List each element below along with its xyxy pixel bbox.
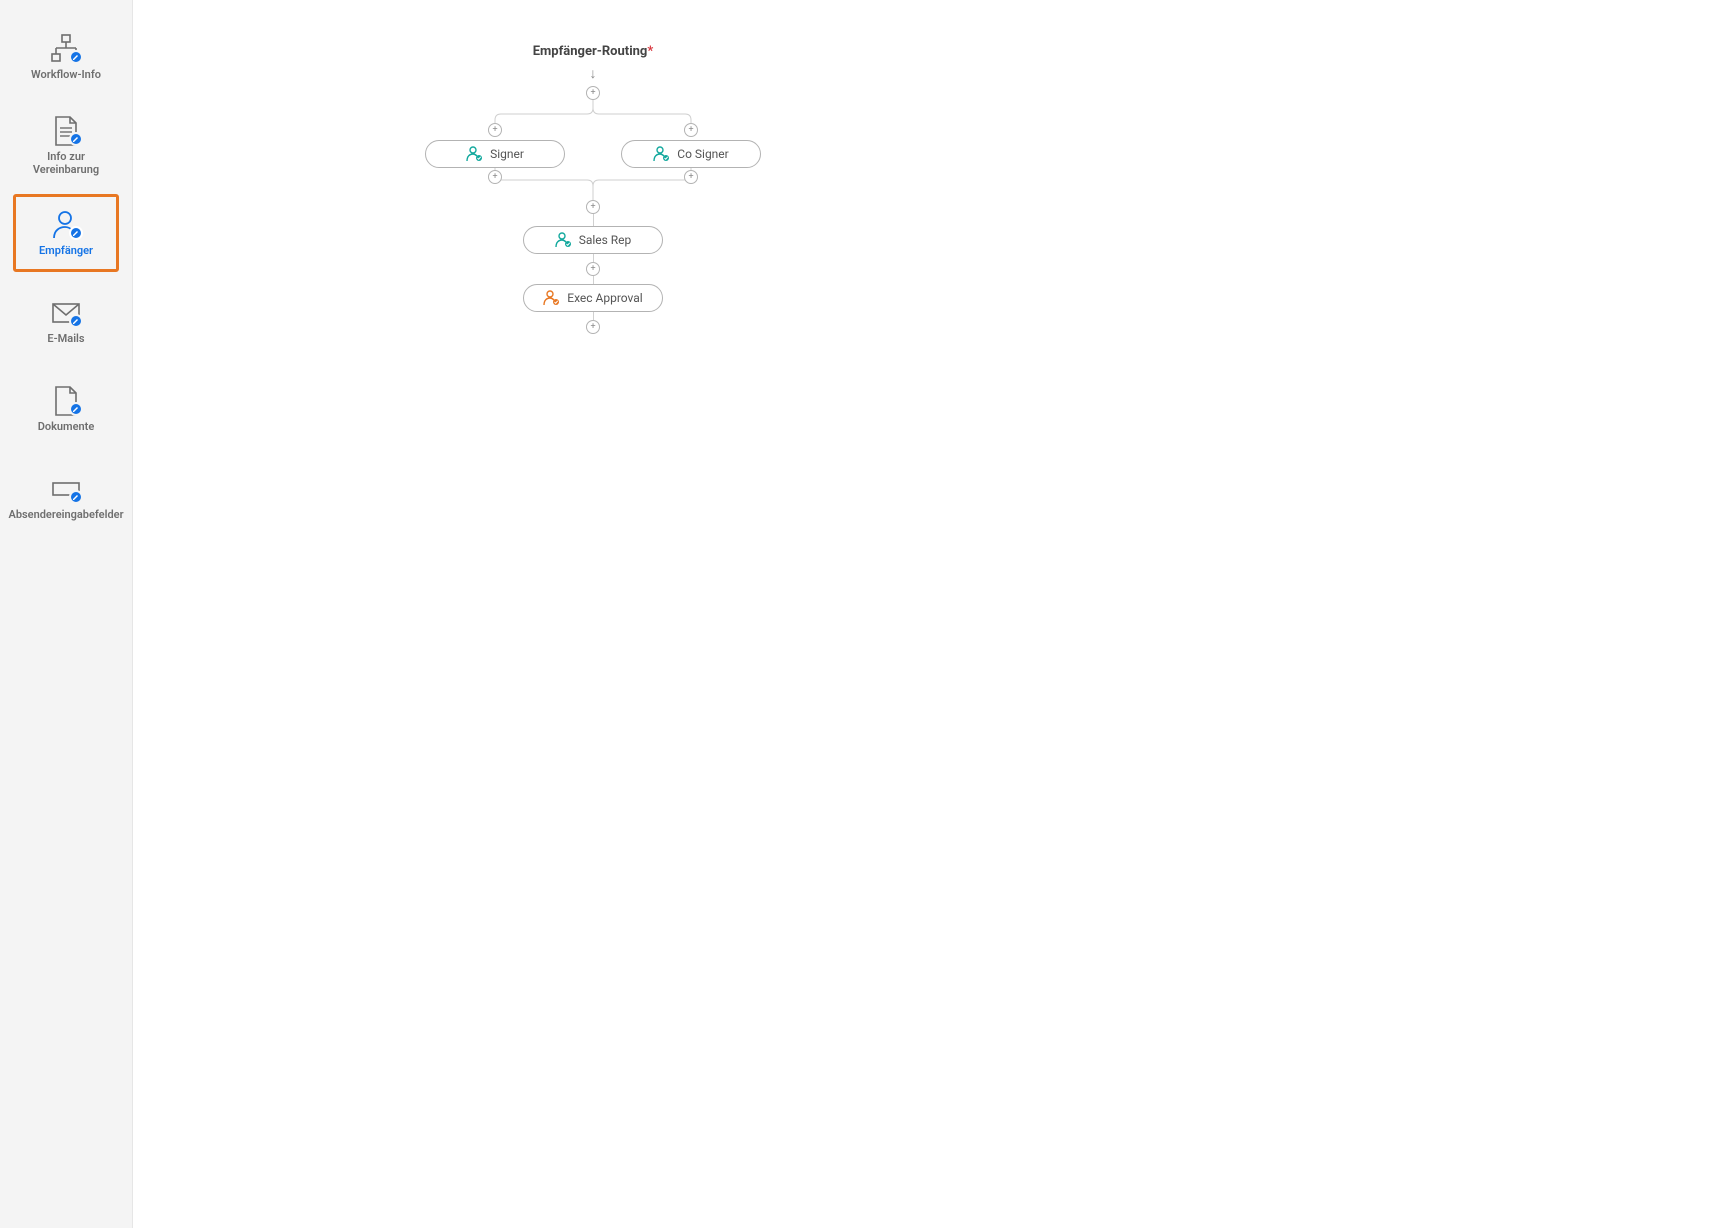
document-icon [46,384,86,418]
sidebar-item-recipients[interactable]: Empfänger [13,194,119,272]
sidebar-item-agreement-info[interactable]: Info zur Vereinbarung [13,106,119,184]
add-step-button[interactable]: + [488,123,502,137]
recipient-signer[interactable]: Signer [425,140,565,168]
required-indicator: * [647,44,653,59]
sidebar-item-emails[interactable]: E-Mails [13,282,119,360]
recipient-co-signer[interactable]: Co Signer [621,140,761,168]
sidebar-item-documents[interactable]: Dokumente [13,370,119,448]
sidebar: Workflow-Info Info zur Vereinbarung [0,0,133,1228]
edit-badge-icon [69,490,83,504]
main-content: Empfänger-Routing* ↓ + + + [133,0,1731,1228]
sidebar-item-label: E-Mails [47,332,84,345]
sidebar-item-sender-fields[interactable]: Absendereingabefelder [13,458,119,536]
sidebar-item-label: Dokumente [38,420,95,433]
recipient-label: Signer [490,147,524,161]
sidebar-item-label: Empfänger [39,244,93,257]
person-check-icon [46,208,86,242]
sidebar-item-label: Workflow-Info [31,68,101,81]
recipient-exec-approval[interactable]: Exec Approval [523,284,663,312]
person-approve-icon [653,146,671,162]
connector-line [593,312,594,320]
add-step-button[interactable]: + [488,170,502,184]
down-arrow-icon: ↓ [590,65,597,82]
envelope-icon [46,296,86,330]
connector-line [593,214,594,226]
sidebar-item-workflow-info[interactable]: Workflow-Info [13,18,119,96]
edit-badge-icon [69,402,83,416]
edit-badge-icon [69,132,83,146]
add-step-button[interactable]: + [586,320,600,334]
edit-badge-icon [69,314,83,328]
add-step-button[interactable]: + [684,170,698,184]
add-step-button[interactable]: + [586,200,600,214]
connector-line [593,254,594,262]
person-approve-icon [543,290,561,306]
sidebar-item-label: Absendereingabefelder [8,508,123,521]
sidebar-item-label: Info zur Vereinbarung [13,150,119,176]
form-field-icon [46,472,86,506]
recipient-label: Sales Rep [579,233,632,247]
routing-title-text: Empfänger-Routing [533,44,648,59]
person-approve-icon [466,146,484,162]
connector-line [593,276,594,284]
recipient-sales-rep[interactable]: Sales Rep [523,226,663,254]
document-lines-icon [46,114,86,148]
routing-title: Empfänger-Routing* [533,40,654,59]
add-step-button[interactable]: + [586,262,600,276]
add-step-button[interactable]: + [586,86,600,100]
recipient-label: Exec Approval [567,291,642,305]
add-step-button[interactable]: + [684,123,698,137]
recipient-routing: Empfänger-Routing* ↓ + + + [313,40,873,334]
person-approve-icon [555,232,573,248]
workflow-icon [46,32,86,66]
recipient-label: Co Signer [677,147,728,161]
